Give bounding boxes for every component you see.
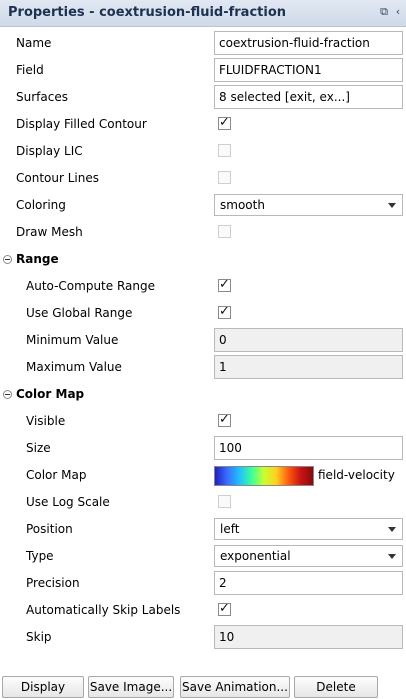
minimum-value-label: Minimum Value <box>26 333 119 347</box>
type-value: exponential <box>220 549 291 563</box>
chevron-down-icon <box>388 554 396 559</box>
row-use-global-range: Use Global Range ✓ <box>0 300 406 327</box>
display-filled-contour-label: Display Filled Contour <box>16 117 147 131</box>
visible-label: Visible <box>26 414 66 428</box>
section-color-map[interactable]: Color Map <box>0 381 406 408</box>
row-size: Size 100 <box>0 435 406 462</box>
row-minimum-value: Minimum Value 0 <box>0 327 406 354</box>
size-label: Size <box>26 441 51 455</box>
row-log-scale: Use Log Scale <box>0 489 406 516</box>
display-button[interactable]: Display <box>2 676 84 698</box>
checkmark-icon: ✓ <box>219 412 230 427</box>
maximum-value-label: Maximum Value <box>26 360 122 374</box>
row-skip: Skip 10 <box>0 624 406 651</box>
skip-labels-label: Automatically Skip Labels <box>26 603 181 617</box>
position-select[interactable]: left <box>214 518 403 540</box>
colormap-swatch[interactable] <box>214 466 314 486</box>
row-contour-lines: Contour Lines <box>0 165 406 192</box>
auto-compute-range-checkbox[interactable]: ✓ <box>218 277 231 292</box>
row-skip-labels: Automatically Skip Labels ✓ <box>0 597 406 624</box>
use-global-range-label: Use Global Range <box>26 306 133 320</box>
color-map-header: Color Map <box>16 387 85 401</box>
draw-mesh-label: Draw Mesh <box>16 225 83 239</box>
checkmark-icon: ✓ <box>219 115 230 130</box>
position-value: left <box>220 522 240 536</box>
row-display-lic: Display LIC <box>0 138 406 165</box>
checkmark-icon: ✓ <box>219 304 230 319</box>
skip-label: Skip <box>26 630 52 644</box>
panel-titlebar: Properties - coextrusion-fluid-fraction … <box>0 0 406 27</box>
row-draw-mesh: Draw Mesh <box>0 219 406 246</box>
row-auto-compute-range: Auto-Compute Range ✓ <box>0 273 406 300</box>
range-header: Range <box>16 252 59 266</box>
colormap-name: field-velocity <box>318 468 395 482</box>
contour-lines-label: Contour Lines <box>16 171 99 185</box>
row-name: Name coextrusion-fluid-fraction <box>0 30 406 57</box>
skip-input[interactable]: 10 <box>214 625 403 649</box>
type-label: Type <box>26 549 54 563</box>
maximum-value-input[interactable]: 1 <box>214 355 403 379</box>
row-field: Field FLUIDFRACTION1 <box>0 57 406 84</box>
row-position: Position left <box>0 516 406 543</box>
visible-checkbox[interactable]: ✓ <box>218 412 231 427</box>
save-image-button[interactable]: Save Image... <box>88 676 174 698</box>
size-input[interactable]: 100 <box>214 436 403 460</box>
name-label: Name <box>16 36 52 50</box>
row-precision: Precision 2 <box>0 570 406 597</box>
checkmark-icon: ✓ <box>219 601 230 616</box>
row-visible: Visible ✓ <box>0 408 406 435</box>
surfaces-input[interactable]: 8 selected [exit, ex...] <box>214 85 403 109</box>
row-display-filled-contour: Display Filled Contour ✓ <box>0 111 406 138</box>
name-input[interactable]: coextrusion-fluid-fraction <box>214 31 403 55</box>
row-color-map: Color Map field-velocity <box>0 462 406 489</box>
checkmark-icon: ✓ <box>219 277 230 292</box>
field-label: Field <box>16 63 44 77</box>
close-icon[interactable]: ‹ <box>392 6 404 18</box>
row-coloring: Coloring smooth <box>0 192 406 219</box>
contour-lines-checkbox[interactable] <box>218 171 231 184</box>
color-map-label: Color Map <box>26 468 87 482</box>
field-input[interactable]: FLUIDFRACTION1 <box>214 58 403 82</box>
position-label: Position <box>26 522 73 536</box>
draw-mesh-checkbox[interactable] <box>218 225 231 238</box>
button-bar: Display Save Image... Save Animation... … <box>0 676 406 699</box>
panel-title: Properties - coextrusion-fluid-fraction <box>8 5 287 20</box>
display-lic-checkbox[interactable] <box>218 144 231 157</box>
display-filled-contour-checkbox[interactable]: ✓ <box>218 115 231 130</box>
use-global-range-checkbox[interactable]: ✓ <box>218 304 231 319</box>
row-maximum-value: Maximum Value 1 <box>0 354 406 381</box>
display-lic-label: Display LIC <box>16 144 83 158</box>
skip-labels-checkbox[interactable]: ✓ <box>218 601 231 616</box>
collapse-icon[interactable] <box>3 255 12 264</box>
coloring-value: smooth <box>220 198 265 212</box>
collapse-icon[interactable] <box>3 390 12 399</box>
log-scale-checkbox[interactable] <box>218 495 231 508</box>
section-range[interactable]: Range <box>0 246 406 273</box>
type-select[interactable]: exponential <box>214 545 403 567</box>
precision-input[interactable]: 2 <box>214 571 403 595</box>
coloring-label: Coloring <box>16 198 66 212</box>
delete-button[interactable]: Delete <box>294 676 378 698</box>
row-surfaces: Surfaces 8 selected [exit, ex...] <box>0 84 406 111</box>
chevron-down-icon <box>388 527 396 532</box>
coloring-select[interactable]: smooth <box>214 194 403 216</box>
chevron-down-icon <box>388 203 396 208</box>
surfaces-label: Surfaces <box>16 90 68 104</box>
auto-compute-range-label: Auto-Compute Range <box>26 279 155 293</box>
float-icon[interactable]: ⧉ <box>378 6 390 18</box>
row-type: Type exponential <box>0 543 406 570</box>
precision-label: Precision <box>26 576 80 590</box>
save-animation-button[interactable]: Save Animation... <box>180 676 290 698</box>
log-scale-label: Use Log Scale <box>26 495 110 509</box>
minimum-value-input[interactable]: 0 <box>214 328 403 352</box>
